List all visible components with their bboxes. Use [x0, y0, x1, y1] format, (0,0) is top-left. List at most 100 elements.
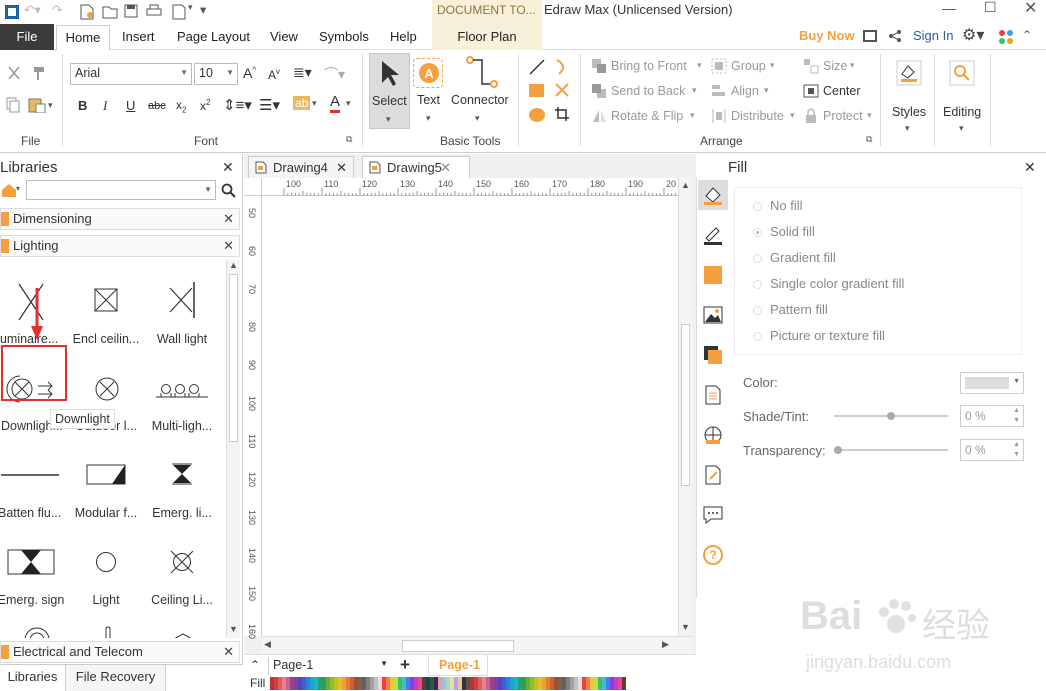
canvas-vscroll-thumb[interactable] [681, 324, 690, 486]
close-section-icon[interactable]: ✕ [223, 644, 234, 660]
library-scroll-thumb[interactable] [229, 274, 238, 442]
tab-file[interactable]: File [0, 24, 54, 50]
color-picker[interactable]: ▼ [960, 372, 1024, 394]
scroll-down-icon[interactable]: ▼ [229, 624, 238, 634]
align-text-icon[interactable]: ≣▾ [293, 64, 312, 81]
crop-tool-icon[interactable] [554, 106, 570, 122]
styles-dropdown-icon[interactable]: ▾ [905, 123, 910, 134]
editing-button[interactable]: Editing [943, 105, 981, 119]
shape-wall-light[interactable]: Wall light [144, 272, 220, 358]
bring-to-front-icon[interactable] [591, 58, 607, 74]
quick-access-dropdown-icon[interactable]: ▾ [188, 2, 193, 13]
paste-icon[interactable] [28, 97, 46, 113]
redo-icon[interactable]: ↷ [52, 2, 62, 17]
styles-icon[interactable] [896, 60, 922, 86]
rectangle-tool-icon[interactable] [528, 83, 546, 99]
italic-icon[interactable]: I [103, 98, 107, 114]
protect-dropdown-icon[interactable]: ▾ [867, 110, 872, 121]
subscript-icon[interactable]: x2 [176, 98, 186, 114]
text-dropdown-icon[interactable]: ▾ [426, 113, 431, 124]
tab-insert[interactable]: Insert [122, 24, 155, 50]
grow-font-icon[interactable]: A^ [243, 65, 256, 81]
account-icon[interactable] [862, 29, 878, 43]
text-tool-button[interactable]: A [413, 58, 443, 88]
tab-help[interactable]: Help [390, 24, 417, 50]
close-tab-icon[interactable]: ✕ [336, 157, 347, 179]
canvas-hscroll-thumb[interactable] [402, 640, 514, 652]
close-window-button[interactable]: ✕ [1024, 0, 1037, 18]
tab-view[interactable]: View [270, 24, 298, 50]
copy-icon[interactable] [6, 97, 20, 113]
transparency-value-input[interactable]: 0 % ▲ ▼ [960, 439, 1024, 461]
strikethrough-icon[interactable]: abc [148, 100, 166, 112]
scroll-left-icon[interactable]: ◀ [264, 639, 271, 650]
share-icon[interactable] [888, 29, 902, 43]
font-dialog-launcher-icon[interactable]: ⧉ [346, 134, 352, 145]
size-dropdown-icon[interactable]: ▾ [850, 60, 855, 71]
paste-dropdown-icon[interactable]: ▾ [48, 100, 53, 111]
picture-texture-fill-option[interactable]: Picture or texture fill [753, 328, 885, 343]
shape-encl-ceiling[interactable]: Encl ceilin... [68, 272, 144, 358]
save-icon[interactable] [124, 4, 138, 18]
line-tool-icon[interactable] [528, 58, 546, 76]
ellipse-tool-icon[interactable] [528, 107, 546, 123]
arrange-dialog-launcher-icon[interactable]: ⧉ [866, 134, 872, 145]
sign-in-link[interactable]: Sign In [913, 28, 953, 43]
no-fill-option[interactable]: No fill [753, 198, 803, 213]
text-highlight-icon[interactable]: ab [293, 96, 311, 110]
add-page-icon[interactable]: + [400, 655, 410, 675]
color-palette[interactable] [270, 677, 626, 690]
tab-drawing5[interactable]: Drawing5 ✕ [362, 156, 470, 178]
protect-button[interactable]: Protect [823, 109, 863, 123]
shape-ceiling-light[interactable]: Ceiling Li... [144, 533, 220, 619]
font-color-dropdown-icon[interactable]: ▾ [346, 98, 351, 109]
cross-tool-icon[interactable] [554, 82, 570, 98]
bring-to-front-dropdown-icon[interactable]: ▾ [697, 60, 702, 71]
size-button[interactable]: Size [823, 59, 847, 73]
maximize-button[interactable]: ☐ [984, 0, 997, 16]
font-size-select[interactable]: 10 ▼ [194, 63, 238, 85]
distribute-dropdown-icon[interactable]: ▾ [790, 110, 795, 121]
line-spacing-icon[interactable]: ⇕≡▾ [223, 96, 252, 114]
align-icon[interactable] [711, 83, 727, 99]
send-to-back-button[interactable]: Send to Back [611, 84, 685, 98]
line-style-icon[interactable] [702, 224, 724, 246]
canvas-horizontal-scrollbar[interactable]: ◀ ▶ [262, 636, 692, 654]
export-icon[interactable] [172, 4, 186, 20]
comment-icon[interactable] [702, 504, 724, 526]
center-icon[interactable] [803, 83, 819, 99]
search-icon[interactable] [221, 183, 237, 199]
font-family-select[interactable]: Arial ▼ [70, 63, 192, 85]
distribute-button[interactable]: Distribute [731, 109, 784, 123]
center-button[interactable]: Center [823, 84, 861, 98]
shape-emergency-sign[interactable]: Emerg. sign [0, 533, 69, 619]
bring-to-front-button[interactable]: Bring to Front [611, 59, 687, 73]
arc-tool-icon[interactable] [554, 58, 570, 76]
shape-multi-light[interactable]: Multi-ligh... [144, 359, 220, 445]
text-direction-icon[interactable]: ⌒▾ [324, 64, 345, 84]
edit-document-icon[interactable] [702, 464, 724, 486]
single-color-gradient-option[interactable]: Single color gradient fill [753, 276, 904, 291]
page-nav-up-icon[interactable]: ⌃ [250, 658, 260, 672]
bold-icon[interactable]: B [78, 98, 87, 113]
tab-drawing4[interactable]: Drawing4 ✕ [248, 156, 354, 178]
tab-home[interactable]: Home [56, 25, 110, 51]
customize-icon[interactable]: ▾ [200, 2, 206, 17]
gradient-fill-option[interactable]: Gradient fill [753, 250, 836, 265]
layers-icon[interactable] [702, 344, 724, 366]
globe-icon[interactable] [702, 424, 724, 446]
close-fill-panel-icon[interactable]: ✕ [1024, 159, 1036, 176]
align-button[interactable]: Align [731, 84, 759, 98]
tab-libraries[interactable]: Libraries [0, 665, 66, 691]
drawing-page[interactable] [262, 196, 678, 636]
apps-icon[interactable] [998, 29, 1014, 45]
shape-emergency-light[interactable]: Emerg. li... [144, 446, 220, 532]
library-section-dimensioning[interactable]: Dimensioning ✕ [0, 208, 240, 230]
help-icon[interactable]: ? [702, 544, 724, 566]
image-icon[interactable] [702, 304, 724, 326]
underline-icon[interactable]: U [126, 98, 135, 113]
bullets-icon[interactable]: ☰▾ [259, 96, 280, 114]
editing-search-icon[interactable] [949, 60, 975, 86]
superscript-icon[interactable]: x2 [200, 98, 210, 113]
scroll-right-icon[interactable]: ▶ [662, 639, 669, 650]
